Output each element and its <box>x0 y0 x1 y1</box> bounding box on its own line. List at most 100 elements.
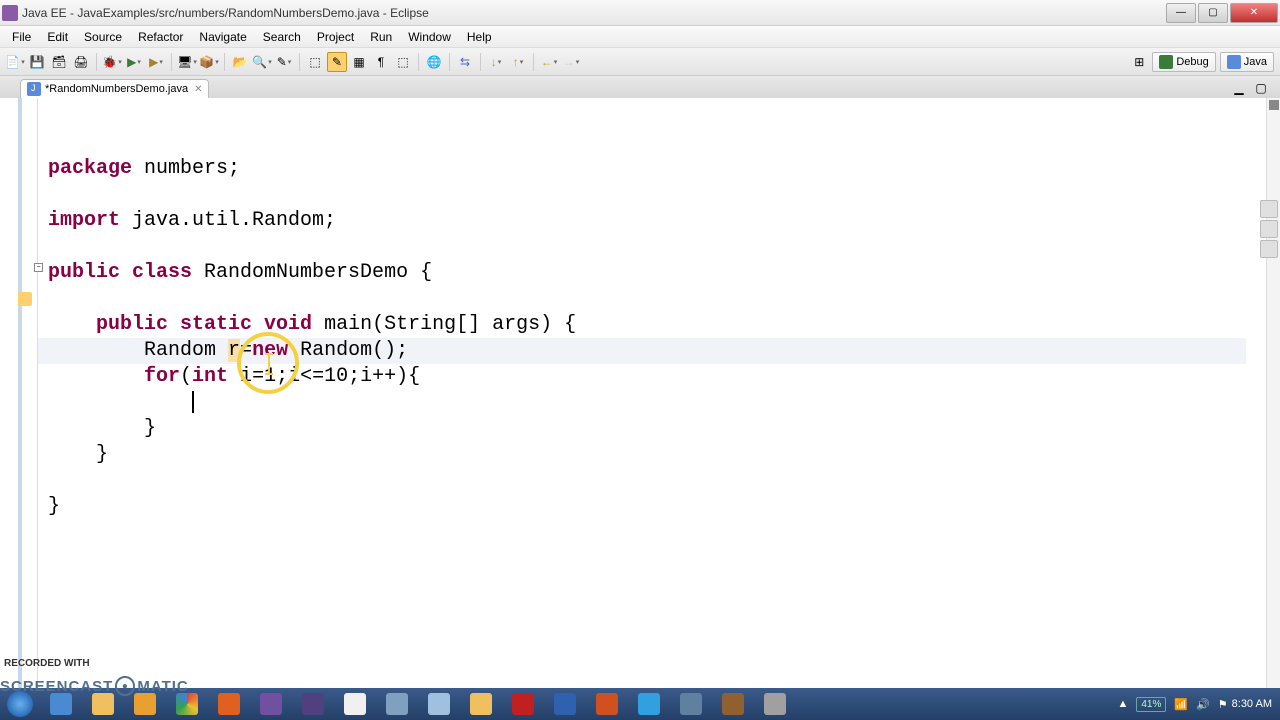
window-controls <box>1164 3 1278 23</box>
window-title: Java EE - JavaExamples/src/numbers/Rando… <box>22 6 1164 20</box>
code-text: } <box>48 495 60 518</box>
tray-battery[interactable]: 41% <box>1136 697 1166 712</box>
run-last-button[interactable]: ▶ <box>146 52 166 72</box>
new-server-button[interactable]: 🖥 <box>177 52 197 72</box>
task-word[interactable] <box>545 690 585 718</box>
code-text: class <box>120 261 192 284</box>
code-text: Random(); <box>288 339 408 362</box>
outline-view-icon[interactable] <box>1260 200 1278 218</box>
code-editor[interactable]: package numbers; import java.util.Random… <box>38 98 1266 698</box>
menu-window[interactable]: Window <box>400 28 459 46</box>
close-button[interactable] <box>1230 3 1278 23</box>
menu-source[interactable]: Source <box>76 28 130 46</box>
code-text: numbers; <box>132 157 240 180</box>
open-type-button[interactable]: 📂 <box>230 52 250 72</box>
toggle-mark-button[interactable]: ✎ <box>327 52 347 72</box>
prev-annotation-button[interactable]: ↑ <box>508 52 528 72</box>
link-button[interactable]: ⇆ <box>455 52 475 72</box>
palette-icon[interactable] <box>1260 240 1278 258</box>
task-eclipse2[interactable] <box>293 690 333 718</box>
perspective-debug[interactable]: Debug <box>1152 52 1215 72</box>
code-text: for <box>48 365 180 388</box>
code-text: } <box>48 417 156 440</box>
toggle-breadcrumb-button[interactable]: ⬚ <box>305 52 325 72</box>
show-source-button[interactable]: ⬚ <box>393 52 413 72</box>
save-button[interactable]: 💾 <box>27 52 47 72</box>
task-firefox[interactable] <box>209 690 249 718</box>
watermark-line1: RECORDED WITH <box>4 658 90 669</box>
code-text: RandomNumbersDemo { <box>192 261 432 284</box>
task-app1[interactable] <box>377 690 417 718</box>
back-button[interactable]: ← <box>539 52 559 72</box>
menu-refactor[interactable]: Refactor <box>130 28 191 46</box>
tab-close-icon[interactable]: ✕ <box>194 84 202 95</box>
code-text: java.util.Random; <box>120 209 336 232</box>
task-app4[interactable] <box>713 690 753 718</box>
minimize-view-icon[interactable]: ▁ <box>1229 78 1249 98</box>
debug-button[interactable]: 🐞 <box>102 52 122 72</box>
menu-edit[interactable]: Edit <box>39 28 76 46</box>
run-button[interactable]: ▶ <box>124 52 144 72</box>
menu-project[interactable]: Project <box>309 28 362 46</box>
editor-tabbar: *RandomNumbersDemo.java ✕ ▁ ▢ <box>0 76 1280 98</box>
java-file-icon <box>27 82 41 96</box>
code-text: main(String[] args) { <box>312 313 576 336</box>
task-notepad[interactable] <box>335 690 375 718</box>
show-whitespace-button[interactable]: ¶ <box>371 52 391 72</box>
perspective-debug-label: Debug <box>1176 56 1208 68</box>
task-app3[interactable] <box>671 690 711 718</box>
code-text: import <box>48 209 120 232</box>
print-button[interactable]: 🖨 <box>71 52 91 72</box>
menu-navigate[interactable]: Navigate <box>191 28 254 46</box>
search-button[interactable]: 🔍 <box>252 52 272 72</box>
overview-thumb[interactable] <box>1269 100 1279 110</box>
forward-button[interactable]: → <box>561 52 581 72</box>
maximize-button[interactable] <box>1198 3 1228 23</box>
task-skype[interactable] <box>629 690 669 718</box>
new-package-button[interactable]: 📦 <box>199 52 219 72</box>
vertical-ruler[interactable]: − <box>0 98 38 698</box>
overview-ruler[interactable] <box>1266 98 1280 698</box>
next-annotation-button[interactable]: ↓ <box>486 52 506 72</box>
editor-tab[interactable]: *RandomNumbersDemo.java ✕ <box>20 79 209 98</box>
watermark-text-a: SCREENCAST <box>0 678 113 695</box>
tray-clock[interactable]: 8:30 AM <box>1232 698 1272 710</box>
java-icon <box>1227 55 1241 69</box>
minimize-button[interactable] <box>1166 3 1196 23</box>
save-all-button[interactable]: 🗃 <box>49 52 69 72</box>
warning-marker-icon[interactable] <box>18 292 32 306</box>
annotation-button[interactable]: ✎ <box>274 52 294 72</box>
tray-flag-icon[interactable]: ⚑ <box>1218 698 1228 711</box>
task-app5[interactable] <box>755 690 795 718</box>
task-folder2[interactable] <box>461 690 501 718</box>
web-browser-button[interactable]: 🌐 <box>424 52 444 72</box>
tray-arrow-icon[interactable]: ▲ <box>1117 698 1128 710</box>
perspective-java[interactable]: Java <box>1220 52 1274 72</box>
open-perspective-button[interactable]: ⊞ <box>1129 52 1149 72</box>
task-acrobat[interactable] <box>503 690 543 718</box>
task-powerpoint[interactable] <box>587 690 627 718</box>
code-text: } <box>48 443 108 466</box>
maximize-view-icon[interactable]: ▢ <box>1251 78 1271 98</box>
menu-file[interactable]: File <box>4 28 39 46</box>
tray-network-icon[interactable]: 📶 <box>1174 698 1188 711</box>
right-trim <box>1260 198 1280 260</box>
code-text: public <box>48 261 120 284</box>
menu-run[interactable]: Run <box>362 28 400 46</box>
task-app2[interactable] <box>419 690 459 718</box>
code-text: = <box>240 339 252 362</box>
code-text: int <box>192 365 228 388</box>
menu-help[interactable]: Help <box>459 28 500 46</box>
new-button[interactable]: 📄 <box>5 52 25 72</box>
toolbar: 📄 💾 🗃 🖨 🐞 ▶ ▶ 🖥 📦 📂 🔍 ✎ ⬚ ✎ ▦ ¶ ⬚ 🌐 ⇆ ↓ … <box>0 48 1280 76</box>
block-select-button[interactable]: ▦ <box>349 52 369 72</box>
menu-search[interactable]: Search <box>255 28 309 46</box>
task-list-icon[interactable] <box>1260 220 1278 238</box>
tray-volume-icon[interactable]: 🔊 <box>1196 698 1210 711</box>
task-eclipse[interactable] <box>251 690 291 718</box>
code-text: r <box>228 339 240 362</box>
tab-label: *RandomNumbersDemo.java <box>45 83 188 95</box>
editor-area: − package numbers; import java.util.Rand… <box>0 98 1280 698</box>
code-text: void <box>252 313 312 336</box>
eclipse-window: Java EE - JavaExamples/src/numbers/Rando… <box>0 0 1280 720</box>
